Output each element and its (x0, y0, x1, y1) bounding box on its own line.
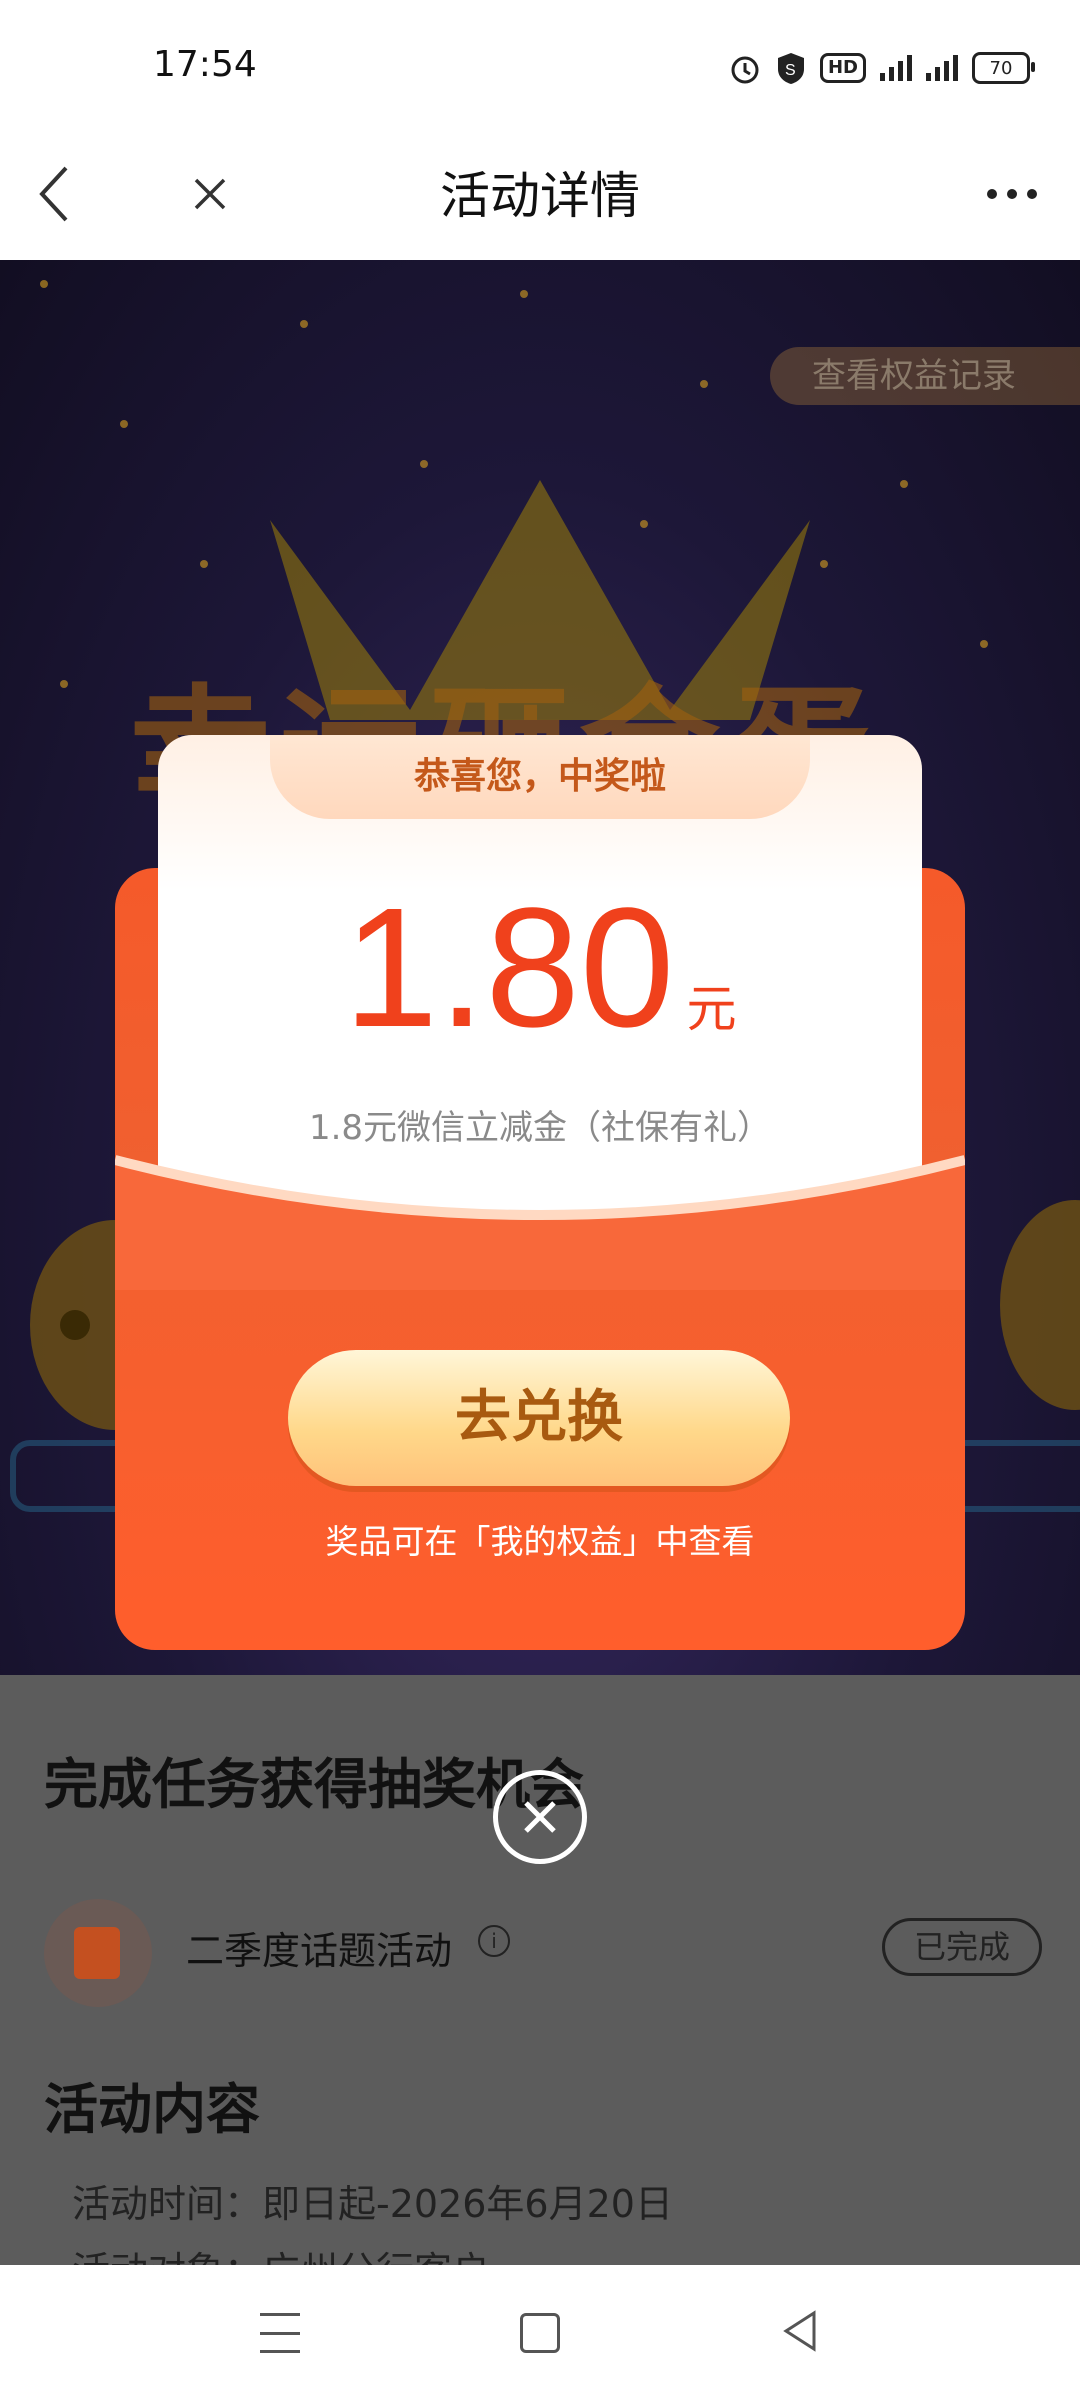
modal-close-button[interactable] (493, 1770, 587, 1864)
hd-badge: HD (819, 53, 866, 83)
egg-face-icon (60, 1310, 90, 1340)
back-triangle-icon[interactable] (780, 2309, 820, 2353)
info-icon[interactable]: i (478, 1925, 510, 1957)
shield-icon: S (777, 53, 804, 84)
activity-time: 活动时间：即日起-2026年6月20日 (72, 2182, 673, 2226)
status-bar: 17:54 S HD 70 (0, 0, 1080, 132)
more-dot-icon (1027, 189, 1037, 199)
signal-4g-icon (926, 55, 958, 81)
task-label: 二季度话题活动 (186, 1929, 453, 1973)
more-button[interactable] (972, 154, 1052, 234)
more-dot-icon (987, 189, 997, 199)
close-button[interactable] (170, 154, 250, 234)
chevron-left-icon (39, 166, 68, 222)
signal-5g-icon (880, 55, 912, 81)
battery-icon: 70 (972, 52, 1035, 84)
system-nav-bar (0, 2265, 1080, 2400)
prize-amount-value: 1.80 (343, 873, 675, 1063)
prize-hint: 奖品可在「我的权益」中查看 (325, 1522, 755, 1561)
home-icon[interactable] (520, 2313, 560, 2353)
page-title: 活动详情 (440, 167, 640, 225)
alarm-icon (731, 56, 759, 84)
prize-amount-unit: 元 (686, 980, 737, 1038)
status-icons: S HD 70 (728, 48, 1035, 88)
congrats-text: 恭喜您，中奖啦 (413, 756, 666, 797)
prize-description: 1.8元微信立减金（社保有礼） (308, 1108, 772, 1148)
svg-text:S: S (785, 62, 796, 79)
task-status-button[interactable]: 已完成 (882, 1918, 1042, 1976)
app-header: 活动详情 (0, 132, 1080, 260)
close-icon (524, 1801, 556, 1833)
activity-section-title: 活动内容 (44, 2078, 260, 2141)
more-dot-icon (1007, 189, 1017, 199)
page-content: 完成任务获得抽奖机会 二季度话题活动 i 已完成 活动内容 活动时间：即日起-2… (0, 1675, 1080, 2293)
status-time: 17:54 (153, 44, 257, 85)
view-records-button[interactable]: 查看权益记录 (770, 347, 1080, 405)
back-button[interactable] (28, 154, 108, 234)
close-icon (194, 178, 226, 210)
redeem-button[interactable]: 去兑换 (288, 1350, 790, 1486)
task-icon (44, 1899, 152, 2007)
menu-icon[interactable] (260, 2313, 300, 2353)
prize-amount: 1.80 元 (0, 870, 1080, 1066)
clipboard-icon (74, 1927, 120, 1979)
envelope-flap (115, 1155, 965, 1290)
